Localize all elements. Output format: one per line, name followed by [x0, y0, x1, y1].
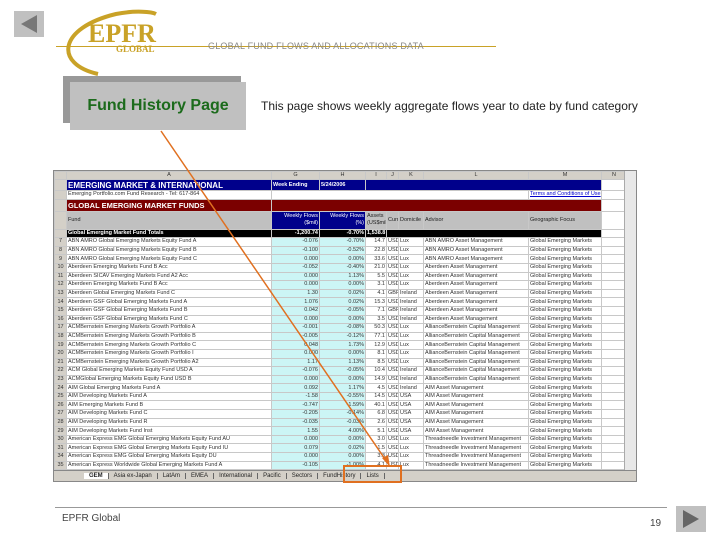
triangle-right-icon [683, 510, 699, 528]
footer-divider [55, 507, 667, 508]
highlight-box [343, 465, 402, 483]
next-slide-button[interactable] [676, 506, 706, 532]
page-number: 19 [650, 518, 662, 529]
pointer-arrow [160, 130, 402, 483]
footer-company: EPFR Global [62, 513, 121, 524]
